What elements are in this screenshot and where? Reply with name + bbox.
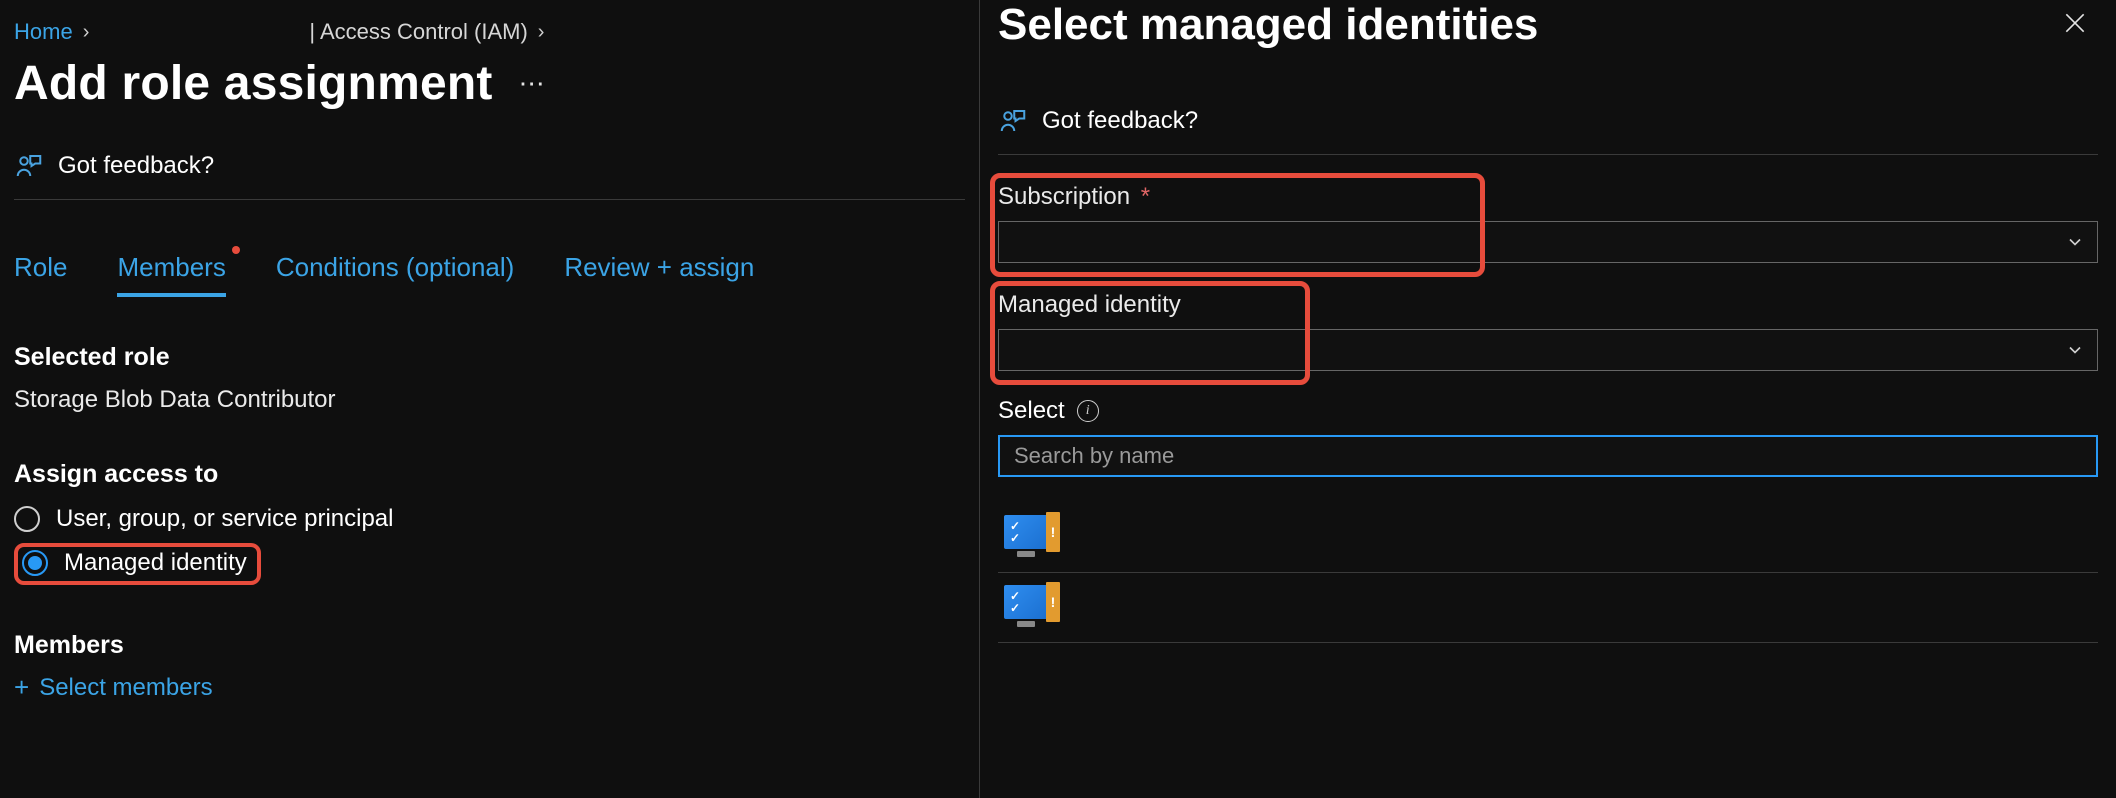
page-title: Add role assignment [14,56,493,111]
managed-identity-icon: ✓✓ ! [1004,585,1060,631]
more-menu-icon[interactable]: ⋯ [519,68,548,99]
info-icon[interactable]: i [1077,400,1099,422]
radio-mi-label: Managed identity [64,549,247,577]
panel-feedback-label: Got feedback? [1042,107,1198,135]
managed-identity-icon: ✓✓ ! [1004,515,1060,561]
tab-members[interactable]: Members [117,252,225,297]
radio-unchecked-icon [14,506,40,532]
managed-identity-label: Managed identity [998,291,2098,319]
members-heading: Members [14,631,965,660]
selected-role-heading: Selected role [14,343,965,372]
identity-list: ✓✓ ! ✓✓ ! [998,503,2098,643]
chevron-right-icon: › [538,21,545,44]
tab-bar: Role Members Conditions (optional) Revie… [14,252,965,297]
breadcrumb-iam[interactable]: | Access Control (IAM) [309,19,527,45]
select-label: Select [998,397,1065,425]
close-button[interactable] [2052,0,2098,46]
tab-conditions[interactable]: Conditions (optional) [276,252,514,297]
chevron-down-icon [2065,232,2085,252]
feedback-icon [14,151,44,181]
close-icon [2062,10,2088,36]
radio-user-group-sp[interactable]: User, group, or service principal [14,505,965,533]
dirty-indicator-icon [232,246,240,254]
subscription-label: Subscription [998,183,1130,210]
search-input[interactable] [998,435,2098,477]
selected-role-value: Storage Blob Data Contributor [14,386,965,414]
chevron-right-icon: › [83,21,90,44]
breadcrumb-home[interactable]: Home [14,19,73,45]
feedback-link[interactable]: Got feedback? [14,151,965,200]
select-members-label: Select members [39,674,212,702]
chevron-down-icon [2065,340,2085,360]
select-members-link[interactable]: + Select members [14,672,965,703]
radio-managed-identity[interactable]: Managed identity [22,549,247,577]
subscription-field: Subscription * [998,183,2098,263]
feedback-label: Got feedback? [58,152,214,180]
radio-checked-icon [22,550,48,576]
highlight-annotation: Managed identity [14,543,261,585]
assign-access-heading: Assign access to [14,460,965,489]
list-item[interactable]: ✓✓ ! [998,503,2098,573]
tab-members-label: Members [117,252,225,282]
tab-role[interactable]: Role [14,252,67,297]
feedback-icon [998,106,1028,136]
radio-user-label: User, group, or service principal [56,505,393,533]
panel-title: Select managed identities [998,0,1538,50]
breadcrumb: Home › | Access Control (IAM) › [14,14,965,50]
managed-identity-dropdown[interactable] [998,329,2098,371]
tab-review-assign[interactable]: Review + assign [564,252,754,297]
plus-icon: + [14,672,29,703]
subscription-dropdown[interactable] [998,221,2098,263]
list-item[interactable]: ✓✓ ! [998,573,2098,643]
panel-feedback-link[interactable]: Got feedback? [998,106,2098,155]
managed-identity-field: Managed identity [998,291,2098,371]
required-indicator-icon: * [1141,183,1150,210]
